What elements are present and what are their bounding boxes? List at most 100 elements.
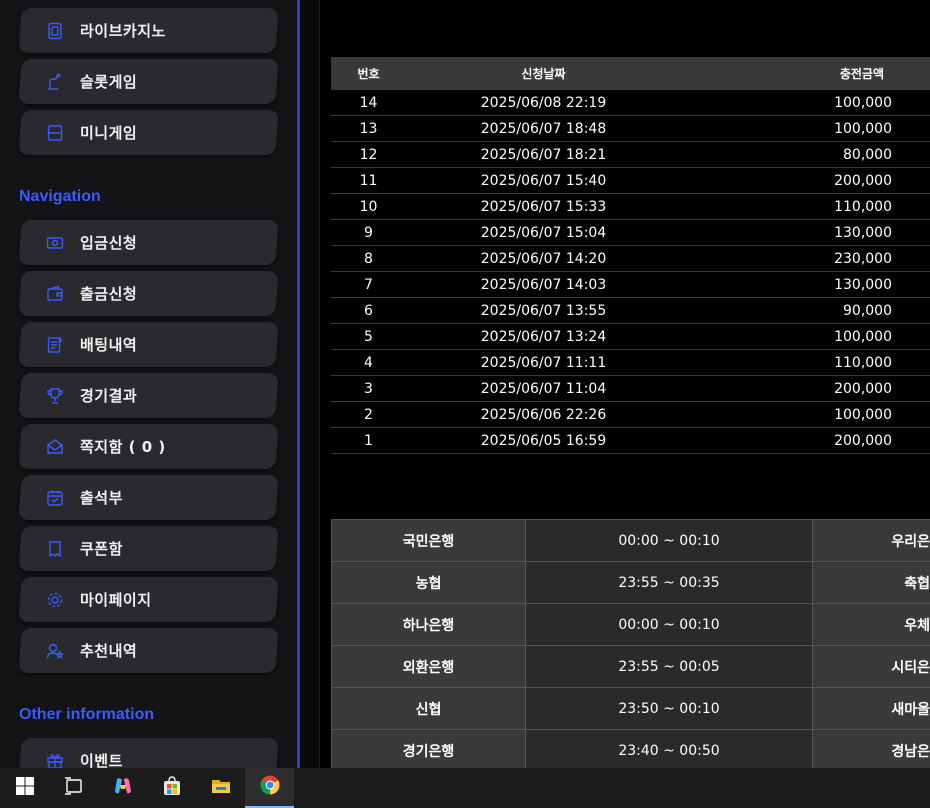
row-date: 2025/06/08 22:19 [480,94,607,111]
sidebar-item-my-page[interactable]: 마이페이지 [18,577,279,622]
sidebar-item-deposit[interactable]: 입금신청 [18,220,279,265]
bank-name: 신협 [331,688,526,729]
bank-name-secondary: 시티은 [813,646,930,687]
table-row: 3 2025/06/07 11:04 200,000 [331,376,930,402]
minigame-icon [46,124,64,142]
chrome-button[interactable] [245,768,294,808]
table-row: 9 2025/06/07 15:04 130,000 [331,220,930,246]
row-amount: 200,000 [834,380,892,397]
sidebar-item-events[interactable]: 이벤트 [18,738,279,768]
row-date: 2025/06/07 14:20 [480,250,607,267]
bank-row: 외환은행 23:55 ~ 00:05 시티은 [331,646,930,688]
row-date: 2025/06/07 18:21 [480,146,607,163]
sidebar-item-label: 추천내역 [80,642,138,660]
bank-maintenance-table: 국민은행 00:00 ~ 00:10 우리은 농협 23:55 ~ 00:35 축협 하나은… [331,519,930,768]
sidebar-item-match-results[interactable]: 경기결과 [18,373,279,418]
calendar-check-icon [46,489,64,507]
header-amount: 충전금액 [839,67,884,81]
slot-icon [46,73,64,91]
deposit-history-table: 번호 신청날짜 충전금액 14 2025/06/08 22:19 100,000 13… [331,57,930,454]
task-view-icon [63,775,85,801]
row-no: 8 [364,250,373,267]
row-no: 12 [359,146,378,163]
table-body: 14 2025/06/08 22:19 100,000 13 2025/06/07 18… [331,90,930,454]
sidebar-item-withdraw[interactable]: 출금신청 [18,271,279,316]
row-no: 7 [364,276,373,293]
bank-name-secondary: 우리은 [813,520,930,561]
sidebar-item-label: 출석부 [80,489,123,507]
row-amount: 230,000 [834,250,892,267]
row-no: 3 [364,380,373,397]
table-row: 4 2025/06/07 11:11 110,000 [331,350,930,376]
maintenance-time: 00:00 ~ 00:10 [526,520,813,561]
sidebar-item-messages[interactable]: 쪽지함 ( 0 ) [18,424,279,469]
row-no: 10 [359,198,378,215]
bank-name: 하나은행 [331,604,526,645]
copilot-icon [112,775,134,801]
row-amount: 110,000 [834,354,892,371]
maintenance-time: 23:55 ~ 00:35 [526,562,813,603]
start-button[interactable] [0,768,49,808]
bank-row: 신협 23:50 ~ 00:10 새마을 [331,688,930,730]
bank-row: 농협 23:55 ~ 00:35 축협 [331,562,930,604]
sidebar-item-label: 배팅내역 [80,336,138,354]
row-no: 13 [359,120,378,137]
sidebar-item-live-casino[interactable]: 라이브카지노 [18,8,279,53]
bank-row: 국민은행 00:00 ~ 00:10 우리은 [331,520,930,562]
copilot-button[interactable] [98,768,147,808]
file-explorer-icon [210,775,232,801]
row-date: 2025/06/07 13:55 [480,302,607,319]
sidebar-item-label: 이벤트 [80,752,123,768]
trophy-icon [46,387,64,405]
sidebar-item-slot-game[interactable]: 슬롯게임 [18,59,279,104]
bank-name: 국민은행 [331,520,526,561]
row-no: 11 [359,172,378,189]
table-row: 10 2025/06/07 15:33 110,000 [331,194,930,220]
table-row: 13 2025/06/07 18:48 100,000 [331,116,930,142]
casino-icon [46,22,64,40]
bank-name-secondary: 경남은 [813,730,930,768]
sidebar-item-label: 라이브카지노 [80,22,166,40]
header-date: 신청날짜 [521,67,566,81]
row-date: 2025/06/07 11:04 [480,380,607,397]
row-no: 2 [364,406,373,423]
bank-row: 하나은행 00:00 ~ 00:10 우체 [331,604,930,646]
task-view-button[interactable] [49,768,98,808]
table-row: 6 2025/06/07 13:55 90,000 [331,298,930,324]
sidebar-item-attendance[interactable]: 출석부 [18,475,279,520]
store-button[interactable] [147,768,196,808]
table-row: 12 2025/06/07 18:21 80,000 [331,142,930,168]
row-date: 2025/06/07 15:33 [480,198,607,215]
user-star-icon [46,642,64,660]
coupon-icon [46,540,64,558]
row-date: 2025/06/07 13:24 [480,328,607,345]
sidebar-item-label: 쿠폰함 [80,540,123,558]
sidebar-item-mini-game[interactable]: 미니게임 [18,110,279,155]
row-amount: 200,000 [834,432,892,449]
row-amount: 100,000 [834,94,892,111]
store-icon [161,775,183,801]
row-amount: 100,000 [834,120,892,137]
table-header: 번호 신청날짜 충전금액 [331,57,930,90]
row-date: 2025/06/07 15:40 [480,172,607,189]
row-amount: 100,000 [834,328,892,345]
wallet-icon [46,285,64,303]
navigation-title: Navigation [19,188,101,205]
sidebar-item-coupons[interactable]: 쿠폰함 [18,526,279,571]
row-no: 14 [359,94,378,111]
sidebar-item-betting-history[interactable]: 배팅내역 [18,322,279,367]
row-amount: 100,000 [834,406,892,423]
sidebar-item-label: 경기결과 [80,387,138,405]
row-date: 2025/06/07 15:04 [480,224,607,241]
gear-icon [46,591,64,609]
sidebar-item-label: 마이페이지 [80,591,152,609]
row-amount: 110,000 [834,198,892,215]
sidebar: 라이브카지노 슬롯게임 미니게임 Navigation 입금신청 출금신청 배팅… [0,0,297,768]
chrome-icon [259,774,281,800]
table-row: 14 2025/06/08 22:19 100,000 [331,90,930,116]
sidebar-item-referrals[interactable]: 추천내역 [18,628,279,673]
file-explorer-button[interactable] [196,768,245,808]
maintenance-time: 23:50 ~ 00:10 [526,688,813,729]
bank-name-secondary: 축협 [813,562,930,603]
bank-row: 경기은행 23:40 ~ 00:50 경남은 [331,730,930,768]
